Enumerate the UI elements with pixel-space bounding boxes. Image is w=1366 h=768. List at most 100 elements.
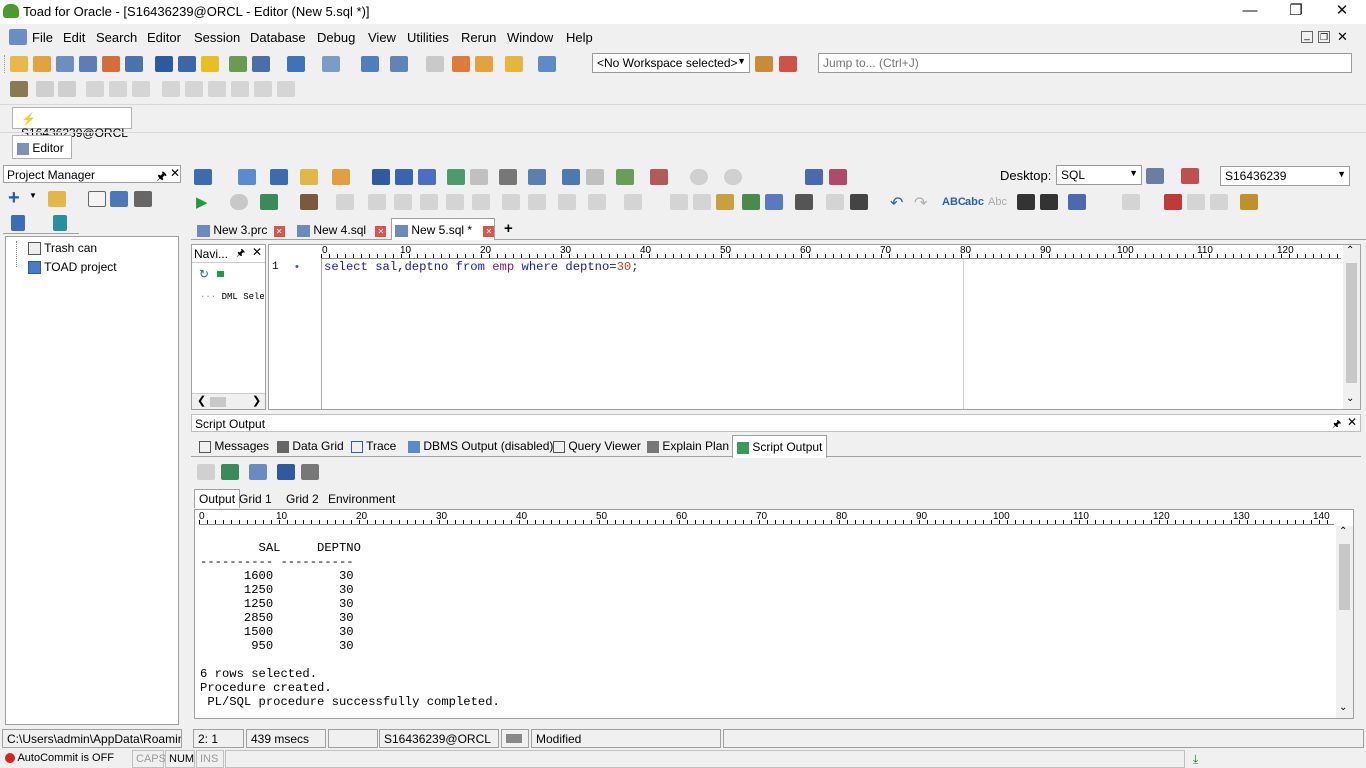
breakpoint-icon[interactable] — [1164, 194, 1182, 210]
tab-data-grid[interactable]: Data Grid — [277, 439, 344, 453]
sga-trace-icon[interactable] — [178, 56, 196, 72]
team-coding-icon[interactable] — [10, 81, 28, 97]
sql-recall-icon[interactable] — [528, 169, 546, 185]
bookmark-icon[interactable] — [805, 169, 823, 185]
add-to-project-icon[interactable] — [616, 169, 634, 185]
binoculars-icon[interactable] — [795, 194, 813, 210]
mdi-close-button[interactable]: ✕ — [1337, 29, 1348, 45]
scroll-thumb[interactable] — [1346, 263, 1357, 383]
paste-icon[interactable] — [716, 194, 734, 210]
outdent-icon[interactable] — [1040, 194, 1058, 210]
editor-tab-new5[interactable]: New 5.sql * ✕ — [391, 218, 495, 240]
open-file-icon[interactable] — [300, 169, 318, 185]
print-icon[interactable] — [134, 191, 152, 207]
refresh-icon[interactable] — [447, 169, 465, 185]
scroll-down-icon[interactable]: ⌄ — [1346, 393, 1354, 404]
jump-to-input[interactable]: Jump to... (Ctrl+J) — [818, 53, 1352, 73]
menu-utilities[interactable]: Utilities — [407, 30, 449, 45]
tab-script-output[interactable]: Script Output — [732, 435, 828, 458]
save-as-icon[interactable] — [395, 169, 413, 185]
indent-icon[interactable] — [1017, 194, 1035, 210]
checklist-icon[interactable] — [221, 464, 239, 480]
save-icon[interactable] — [372, 169, 390, 185]
pin-icon[interactable]: 🖈 — [156, 167, 167, 188]
remove-icon[interactable] — [650, 169, 668, 185]
workspace-select[interactable]: <No Workspace selected> ▼ — [592, 53, 750, 73]
rollback-icon[interactable] — [475, 56, 493, 72]
sql-editor[interactable]: 0 10 20 30 40 50 60 70 80 90 100 110 120… — [268, 244, 1361, 410]
sql-tuning-icon[interactable] — [102, 56, 120, 72]
mdi-restore-button[interactable]: ❐ — [1318, 31, 1330, 43]
explain-plan-icon[interactable] — [252, 56, 270, 72]
edit-icon[interactable] — [110, 191, 128, 207]
scroll-down-icon[interactable]: ⌄ — [1339, 702, 1347, 713]
new-editor-icon[interactable] — [10, 56, 28, 72]
connections-icon[interactable] — [322, 56, 340, 72]
clear-output-icon[interactable] — [249, 464, 267, 480]
search-icon[interactable] — [829, 169, 847, 185]
minimize-button[interactable]: — — [1227, 0, 1273, 24]
subtab-grid2[interactable]: Grid 2 — [286, 492, 319, 506]
window-layout-icon[interactable] — [287, 56, 305, 72]
autocommit-status[interactable]: AutoCommit is OFF — [2, 750, 130, 768]
pin-icon[interactable]: 🖈 — [236, 246, 245, 263]
execute-statement-icon[interactable]: ▶ — [196, 193, 208, 211]
desktop-delete-icon[interactable] — [1181, 168, 1199, 184]
scroll-up-icon[interactable]: ⌃ — [1339, 526, 1347, 537]
close-window-button[interactable]: ✕ — [1319, 0, 1365, 24]
load-file-icon[interactable] — [332, 169, 350, 185]
close-tab-icon[interactable]: ✕ — [483, 226, 495, 237]
tab-query-viewer[interactable]: Query Viewer — [553, 439, 641, 453]
schema-select[interactable]: S16436239 ▼ — [1220, 166, 1350, 186]
scroll-thumb[interactable] — [210, 397, 226, 407]
execute-to-file-icon[interactable] — [300, 194, 318, 210]
tree-item-trash[interactable]: Trash can — [28, 241, 97, 256]
database-tab-icon[interactable] — [53, 215, 67, 231]
find-objects-icon[interactable] — [562, 169, 580, 185]
menu-window[interactable]: Window — [507, 30, 553, 45]
tree-item-toad-project[interactable]: TOAD project — [28, 260, 117, 275]
scroll-right-icon[interactable]: ❯ — [252, 394, 261, 407]
close-connection-icon[interactable] — [538, 56, 556, 72]
workspace-close-icon[interactable] — [779, 56, 797, 72]
subtab-output[interactable]: Output — [194, 489, 241, 508]
sql-modeler-icon[interactable] — [56, 56, 74, 72]
filter-icon[interactable] — [217, 271, 224, 277]
uppercase-icon[interactable]: ABC — [942, 196, 966, 208]
new-sql-icon[interactable] — [238, 169, 256, 185]
tab-dbms-output[interactable]: DBMS Output (disabled) — [408, 439, 553, 453]
run-options-icon[interactable] — [194, 169, 212, 185]
copy-icon[interactable] — [765, 194, 783, 210]
new-tab-button[interactable]: + — [504, 220, 513, 237]
scroll-thumb[interactable] — [1339, 544, 1350, 610]
menu-editor[interactable]: Editor — [147, 30, 181, 45]
close-icon[interactable]: ✕ — [170, 166, 180, 180]
checklist-icon[interactable] — [742, 194, 760, 210]
subtab-environment[interactable]: Environment — [328, 492, 395, 506]
formatter-icon[interactable] — [1068, 194, 1086, 210]
editor-tab-new4[interactable]: New 4.sql ✕ — [295, 220, 389, 240]
menu-help[interactable]: Help — [566, 30, 593, 45]
menu-session[interactable]: Session — [194, 30, 240, 45]
compare-icon[interactable] — [229, 56, 247, 72]
navigator-node[interactable]: ··· DML Selec — [200, 292, 264, 302]
menu-rerun[interactable]: Rerun — [461, 30, 496, 45]
scroll-left-icon[interactable]: ❮ — [197, 394, 206, 407]
close-tab-icon[interactable]: ✕ — [375, 226, 387, 237]
refresh-icon[interactable]: ↻ — [199, 267, 209, 281]
session-browser-icon[interactable] — [125, 56, 143, 72]
menu-file[interactable]: File — [32, 30, 53, 45]
print-icon[interactable] — [499, 169, 517, 185]
replace-icon[interactable] — [850, 194, 868, 210]
close-icon[interactable]: ✕ — [1347, 415, 1357, 429]
project-tab-icon[interactable] — [11, 215, 25, 231]
close-icon[interactable]: ✕ — [252, 245, 262, 259]
data-grid-icon[interactable] — [155, 56, 173, 72]
navigator-hscroll[interactable]: ❮ ❯ — [192, 393, 265, 409]
menu-search[interactable]: Search — [96, 30, 137, 45]
pin-icon[interactable]: 🖈 — [1332, 417, 1341, 434]
open-folder-icon[interactable] — [48, 191, 66, 207]
new-file-icon[interactable] — [88, 191, 106, 207]
menu-edit[interactable]: Edit — [63, 30, 85, 45]
lightning-icon[interactable] — [201, 56, 219, 72]
